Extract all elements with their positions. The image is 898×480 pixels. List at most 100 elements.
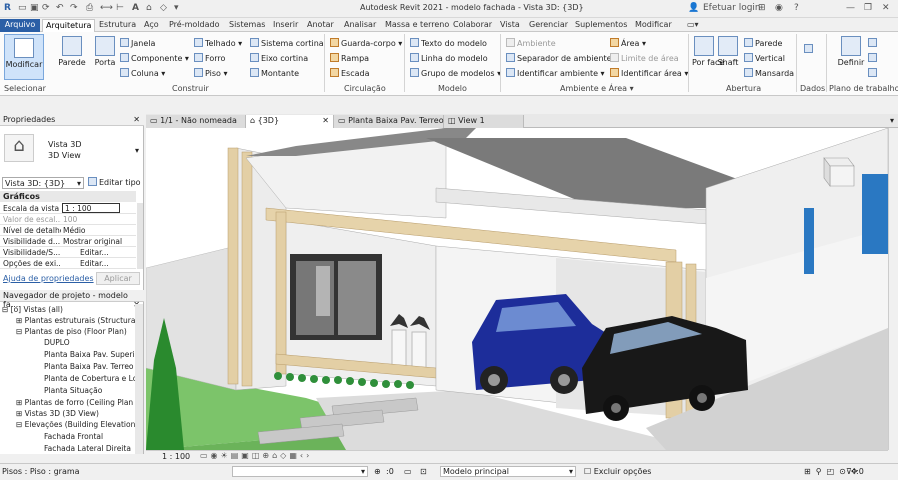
3d-view-canvas[interactable] — [146, 128, 888, 450]
area-button[interactable]: Área ▾ — [610, 38, 646, 48]
close-icon[interactable]: ✕ — [133, 115, 140, 124]
restore-button[interactable]: ❐ — [864, 3, 872, 13]
view-scale[interactable]: 1 : 100 — [162, 452, 190, 461]
view-cube[interactable] — [823, 157, 855, 187]
set-workplane-button[interactable]: Definir — [836, 36, 866, 67]
worksets-icon[interactable]: ⊕ — [374, 467, 381, 476]
help-icon[interactable]: ? — [794, 3, 799, 13]
redo-icon[interactable]: ↷ — [70, 3, 78, 13]
property-row[interactable]: Nível de detalhe Médio — [0, 225, 136, 236]
tree-item[interactable]: Fachada Frontal — [44, 432, 103, 441]
filter-icon[interactable]: ⊽ — [846, 467, 852, 476]
tabs-dropdown-icon[interactable]: ▾ — [890, 116, 894, 125]
view-controls-icons[interactable]: ▭◉☀▤▣◫⊕⌂◇▦‹› — [200, 451, 312, 460]
tree-item[interactable]: Planta Baixa Pav. Terreo — [44, 362, 134, 371]
account-icon[interactable]: ◉ — [775, 3, 783, 13]
3d-view-icon[interactable]: ⌂ — [146, 3, 152, 13]
room-button[interactable]: Ambiente — [506, 38, 556, 48]
measure-icon[interactable]: ⟷ — [100, 3, 113, 13]
tab-architecture[interactable]: Arquitetura — [42, 19, 96, 32]
open-icon[interactable]: ▭ — [18, 3, 27, 13]
curtain-grid-button[interactable]: Eixo cortina — [250, 53, 308, 63]
workplane-panel-label[interactable]: Plano de trabalho — [829, 84, 898, 93]
datum-icon[interactable] — [804, 44, 815, 54]
close-icon[interactable]: ✕ — [322, 116, 329, 125]
properties-help-link[interactable]: Ajuda de propriedades — [3, 274, 94, 283]
workset-selector[interactable]: ▾ — [232, 466, 368, 477]
component-button[interactable]: Componente ▾ — [120, 53, 189, 63]
selection-filters-icons[interactable]: ⊞⚲◰⊙✥ — [804, 467, 863, 476]
vertical-scrollbar[interactable] — [888, 128, 898, 450]
sync-icon[interactable]: ⟳ — [42, 3, 50, 13]
type-selector-arrow[interactable]: ▾ — [135, 146, 139, 155]
close-button[interactable]: ✕ — [882, 3, 890, 13]
roof-button[interactable]: Telhado ▾ — [194, 38, 242, 48]
properties-scrollbar[interactable] — [137, 203, 143, 269]
tree-item[interactable]: Planta de Cobertura e Loc — [44, 374, 141, 383]
tag-room-button[interactable]: Identificar ambiente ▾ — [506, 68, 605, 78]
column-button[interactable]: Coluna ▾ — [120, 68, 165, 78]
wall-button[interactable]: Parede — [58, 36, 86, 67]
tree-item[interactable]: ⊞ Vistas 3D (3D View) — [16, 409, 99, 418]
vertical-opening-button[interactable]: Vertical — [744, 53, 785, 63]
apply-button[interactable]: Aplicar — [96, 272, 140, 285]
tab-analyze[interactable]: Analisar — [341, 19, 379, 32]
model-panel-label[interactable]: Modelo — [438, 84, 467, 93]
model-group-button[interactable]: Grupo de modelos ▾ — [410, 68, 501, 78]
ribbon-options-icon[interactable]: ▭▾ — [684, 19, 702, 32]
tab-addins[interactable]: Suplementos — [572, 19, 630, 32]
dropdown-icon[interactable]: ▾ — [174, 3, 179, 13]
model-text-button[interactable]: Texto do modelo — [410, 38, 487, 48]
tree-item[interactable]: ⊞ Plantas de forro (Ceiling Plan — [16, 398, 133, 407]
design-options-icon[interactable]: ▭ — [404, 467, 412, 476]
door-button[interactable]: Porta — [92, 36, 118, 67]
tab-collaborate[interactable]: Colaborar — [450, 19, 495, 32]
room-separator-button[interactable]: Separador de ambiente — [506, 53, 612, 63]
property-row[interactable]: Opções de exi... Editar... — [0, 258, 136, 269]
room-area-panel-label[interactable]: Ambiente e Área ▾ — [560, 84, 634, 93]
tag-area-button[interactable]: Identificar área ▾ — [610, 68, 688, 78]
text-icon[interactable]: A — [132, 3, 139, 13]
tab-precast[interactable]: Pré-moldado — [166, 19, 222, 32]
tree-item[interactable]: ⊟ Elevações (Building Elevation — [16, 420, 135, 429]
tree-item[interactable]: Planta Situação — [44, 386, 102, 395]
revit-logo-icon[interactable]: R — [4, 3, 11, 13]
tree-item[interactable]: ⊟ Plantas de piso (Floor Plan) — [16, 327, 127, 336]
property-row[interactable]: Visibilidade d... Mostrar original — [0, 236, 136, 247]
tab-modify[interactable]: Modificar — [632, 19, 675, 32]
browser-scrollbar[interactable] — [135, 304, 143, 454]
area-boundary-button[interactable]: Limite de área — [610, 53, 679, 63]
model-selector[interactable]: Modelo principal ▾ — [440, 466, 576, 477]
wall-opening-button[interactable]: Parede — [744, 38, 782, 48]
section-icon[interactable]: ◇ — [160, 3, 167, 13]
edit-type-button[interactable]: Editar tipo — [88, 177, 141, 187]
tab-structure[interactable]: Estrutura — [96, 19, 139, 32]
property-row[interactable]: Valor de escal... 100 — [0, 214, 136, 225]
login-button[interactable]: Efetuar login — [703, 3, 761, 13]
user-icon[interactable]: 👤 — [688, 3, 699, 13]
tab-file[interactable]: Arquivo — [0, 19, 40, 32]
viewer-icon[interactable] — [868, 68, 879, 78]
tab-steel[interactable]: Aço — [141, 19, 162, 32]
opening-panel-label[interactable]: Abertura — [726, 84, 761, 93]
tab-massing[interactable]: Massa e terreno — [382, 19, 452, 32]
shaft-button[interactable]: Shaft — [716, 36, 740, 67]
datum-panel-label[interactable]: Dados — [800, 84, 825, 93]
tab-view[interactable]: ▭ 1/1 - Não nomeada — [146, 115, 246, 128]
tree-item[interactable]: ⊞ Plantas estruturais (Structural — [16, 316, 138, 325]
select-panel-label[interactable]: Selecionar — [4, 84, 46, 93]
tree-item[interactable]: DUPLO — [44, 338, 70, 347]
model-line-button[interactable]: Linha do modelo — [410, 53, 488, 63]
modify-button[interactable]: Modificar — [4, 34, 44, 80]
tab-annotate[interactable]: Anotar — [304, 19, 337, 32]
tab-view[interactable]: ⌂ {3D} ✕ — [246, 115, 334, 128]
show-workplane-icon[interactable] — [868, 38, 879, 48]
mullion-button[interactable]: Montante — [250, 68, 299, 78]
build-panel-label[interactable]: Construir — [172, 84, 209, 93]
save-icon[interactable]: ▣ — [30, 3, 39, 13]
minimize-button[interactable]: — — [846, 3, 855, 13]
property-row[interactable]: Visibilidade/S... Editar... — [0, 247, 136, 258]
ref-plane-icon[interactable] — [868, 53, 879, 63]
tab-manage[interactable]: Gerenciar — [526, 19, 571, 32]
tab-insert[interactable]: Inserir — [270, 19, 301, 32]
